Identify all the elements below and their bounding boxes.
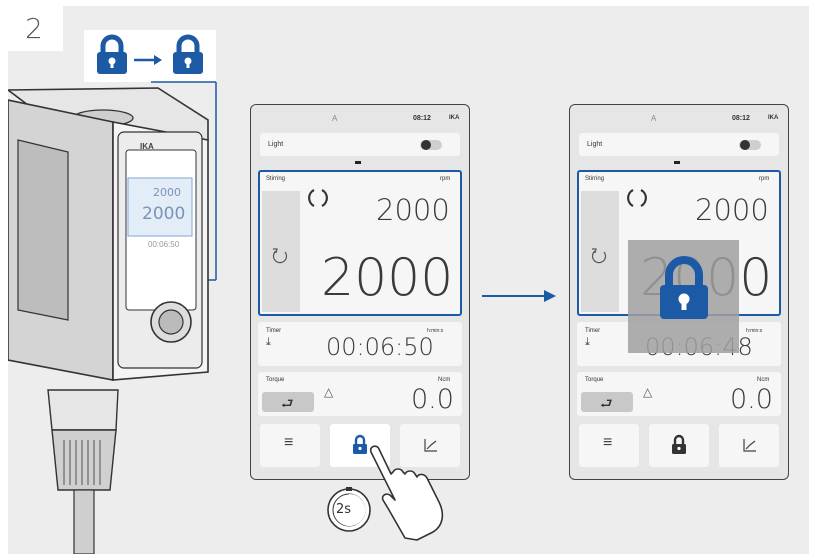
torque-label: Torque bbox=[266, 377, 285, 383]
status-logo: IKA bbox=[449, 115, 460, 121]
timer-value: 00:06:50 bbox=[326, 333, 434, 361]
reset-button[interactable]: ⮐ bbox=[581, 392, 633, 412]
delta-icon: △ bbox=[324, 385, 334, 399]
return-icon: ⮐ bbox=[281, 395, 294, 411]
device-brand: IKA bbox=[140, 142, 154, 151]
status-logo: IKA bbox=[768, 115, 779, 121]
torque-unit: Ncm bbox=[438, 377, 451, 383]
arrow-right-icon bbox=[482, 290, 556, 302]
rotation-direction-icon bbox=[272, 248, 288, 264]
torque-value: 0.0 bbox=[730, 384, 773, 415]
device-actual-value: 2000 bbox=[142, 204, 186, 224]
stirrer-device bbox=[8, 87, 209, 554]
light-toggle[interactable] bbox=[420, 140, 442, 150]
status-time: 08:12 bbox=[413, 115, 431, 122]
rotation-icon bbox=[308, 189, 328, 207]
stirring-set-value: 2000 bbox=[695, 193, 769, 227]
menu-icon: ≡ bbox=[603, 434, 613, 451]
menu-icon: ≡ bbox=[284, 434, 294, 451]
rotation-icon bbox=[627, 189, 647, 207]
device-timer: 00:06:50 bbox=[148, 240, 180, 249]
lock-icon bbox=[660, 256, 708, 319]
toggle-knob bbox=[740, 140, 750, 150]
page-indicator bbox=[355, 161, 361, 164]
pointing-hand-icon bbox=[369, 445, 444, 541]
stirring-set-value: 2000 bbox=[376, 193, 450, 227]
torque-label: Torque bbox=[585, 377, 604, 383]
hold-duration: 2s bbox=[336, 502, 352, 517]
rotation-direction-icon bbox=[591, 248, 607, 264]
status-time: 08:12 bbox=[732, 115, 750, 122]
torque-value: 0.0 bbox=[411, 384, 454, 415]
lock-icon bbox=[672, 434, 686, 454]
status-tab: A bbox=[651, 114, 657, 123]
status-tab: A bbox=[332, 114, 338, 123]
stirring-actual-value: 2000 bbox=[321, 248, 454, 308]
stirring-unit: rpm bbox=[440, 176, 451, 182]
stirring-label: Stirring bbox=[266, 176, 286, 182]
timer-label: Timer bbox=[585, 328, 601, 334]
return-icon: ⮐ bbox=[600, 395, 613, 411]
toggle-knob bbox=[421, 140, 431, 150]
page-indicator bbox=[674, 161, 680, 164]
chart-icon bbox=[743, 439, 756, 452]
delta-icon: △ bbox=[643, 385, 653, 399]
timer-down-icon: ⤓ bbox=[266, 336, 271, 348]
timer-down-icon: ⤓ bbox=[585, 336, 590, 348]
stirring-unit: rpm bbox=[759, 176, 770, 182]
stirring-label: Stirring bbox=[585, 176, 605, 182]
light-toggle[interactable] bbox=[739, 140, 761, 150]
torque-unit: Ncm bbox=[757, 377, 770, 383]
reset-button[interactable]: ⮐ bbox=[262, 392, 314, 412]
device-set-value: 2000 bbox=[153, 186, 181, 199]
light-label: Light bbox=[268, 141, 284, 148]
timer-label: Timer bbox=[266, 328, 282, 334]
light-label: Light bbox=[587, 141, 603, 148]
